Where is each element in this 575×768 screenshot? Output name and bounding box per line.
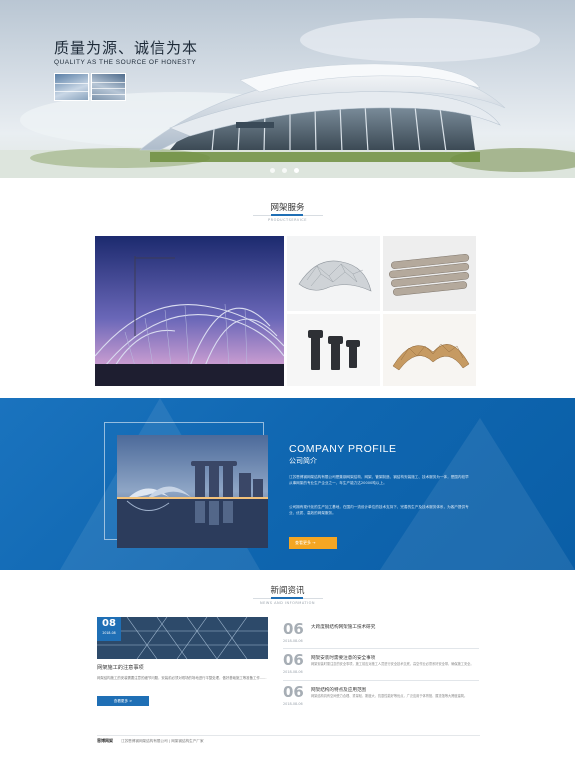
steel-structure-photo (97, 617, 268, 659)
hero-subtitle: QUALITY AS THE SOURCE OF HONESTY (54, 59, 197, 66)
footer-logo[interactable]: 恩博网架 (97, 738, 113, 744)
slider-dot-1[interactable] (270, 168, 275, 173)
space-frame-model-photo (298, 260, 372, 292)
product-card-stadium[interactable] (95, 236, 284, 386)
footer-divider (97, 735, 480, 736)
news-item-title[interactable]: 大跨度钢结构网架施工技术研究 (311, 624, 375, 630)
products-section-title: 网架服务 (270, 203, 305, 213)
news-list-item-3[interactable]: 06 2018-08-06 网架结构的特点及应用范围 网架结构具有空间受力合理、… (283, 683, 479, 717)
news-feature-more-button[interactable]: 查看更多 > (97, 696, 149, 706)
news-divider (283, 680, 479, 681)
news-title-accent (271, 597, 303, 599)
news-divider (283, 648, 479, 649)
hero-banner: 质量为源、诚信为本 QUALITY AS THE SOURCE OF HONES… (0, 0, 575, 178)
stadium-steel-arch-photo (95, 236, 284, 386)
news-feature-image[interactable] (97, 617, 268, 659)
wood-lattice-model-photo (392, 343, 470, 371)
profile-title: COMPANY PROFILE (289, 443, 397, 455)
background-pattern (60, 398, 575, 570)
news-item-day: 06 (283, 651, 304, 669)
steel-pipes-photo (389, 254, 470, 296)
product-card-steel-pipes[interactable] (383, 236, 476, 311)
marina-bay-skyline-photo (117, 435, 268, 548)
profile-more-button[interactable]: 查看更多 → (289, 537, 337, 549)
profile-paragraph-2: 公司拥有现代化的生产加工基地，在国内一流设计单位的技术支持下，完善的生产及技术服… (289, 505, 469, 515)
slider-dot-2[interactable] (282, 168, 287, 173)
news-item-day: 06 (283, 683, 304, 701)
news-feature-date: 08 2018-08 (97, 617, 121, 641)
news-feature-text: 网架结构施工的安装需要注意的细节问题，安装前必须对现场的场地进行平整处理，做好基… (97, 676, 267, 680)
news-item-date: 2018-08-06 (283, 702, 303, 706)
hero-title: 质量为源、诚信为本 (54, 39, 199, 57)
footer-text: 江苏恩博钢网架结构有限公司 | 网架钢结构生产厂家 (121, 739, 204, 743)
bolts-photo (308, 330, 360, 370)
news-section-subtitle: NEWS AND INFORMATION (260, 601, 315, 605)
news-item-date: 2018-08-06 (283, 639, 303, 643)
news-feature-day: 08 (102, 618, 116, 629)
product-card-bolts[interactable] (287, 314, 380, 386)
news-feature-month: 2018-08 (102, 631, 116, 635)
products-section-subtitle: PRODUCTSERVICE (268, 218, 307, 222)
product-card-space-frame[interactable] (287, 236, 380, 311)
news-item-date: 2018-08-06 (283, 670, 303, 674)
profile-image (117, 435, 268, 548)
news-item-summary: 网架安装时需注意的安全事项，施工前应对施工人员进行安全技术交底，高空作业必须系好… (311, 662, 474, 666)
slider-dots (270, 168, 310, 174)
news-item-day: 06 (283, 620, 304, 638)
hero-thumbnail-1[interactable] (54, 73, 89, 101)
news-item-title[interactable]: 网架安装时需要注意的安全事项 (311, 655, 375, 661)
news-feature-title[interactable]: 网架施工的注意事项 (97, 664, 144, 671)
news-item-summary: 网架结构具有空间受力合理、重量轻、刚度大、抗震性能好等优点，广泛应用于体育馆、展… (311, 694, 468, 698)
company-profile-section: COMPANY PROFILE 公司简介 江苏恩博钢网架结构有限公司是集钢网架结… (0, 398, 575, 570)
products-title-accent (271, 214, 303, 216)
news-section-title: 新闻资讯 (270, 586, 305, 596)
profile-paragraph-1: 江苏恩博钢网架结构有限公司是集钢网架结构、网架、管架制造、钢结构安装施工、技术服… (289, 475, 469, 485)
news-item-title[interactable]: 网架结构的特点及应用范围 (311, 687, 366, 693)
profile-subtitle: 公司简介 (289, 457, 317, 465)
slider-dot-3[interactable] (294, 168, 299, 173)
hero-thumbnail-2[interactable] (91, 73, 126, 101)
product-card-wood-lattice[interactable] (383, 314, 476, 386)
